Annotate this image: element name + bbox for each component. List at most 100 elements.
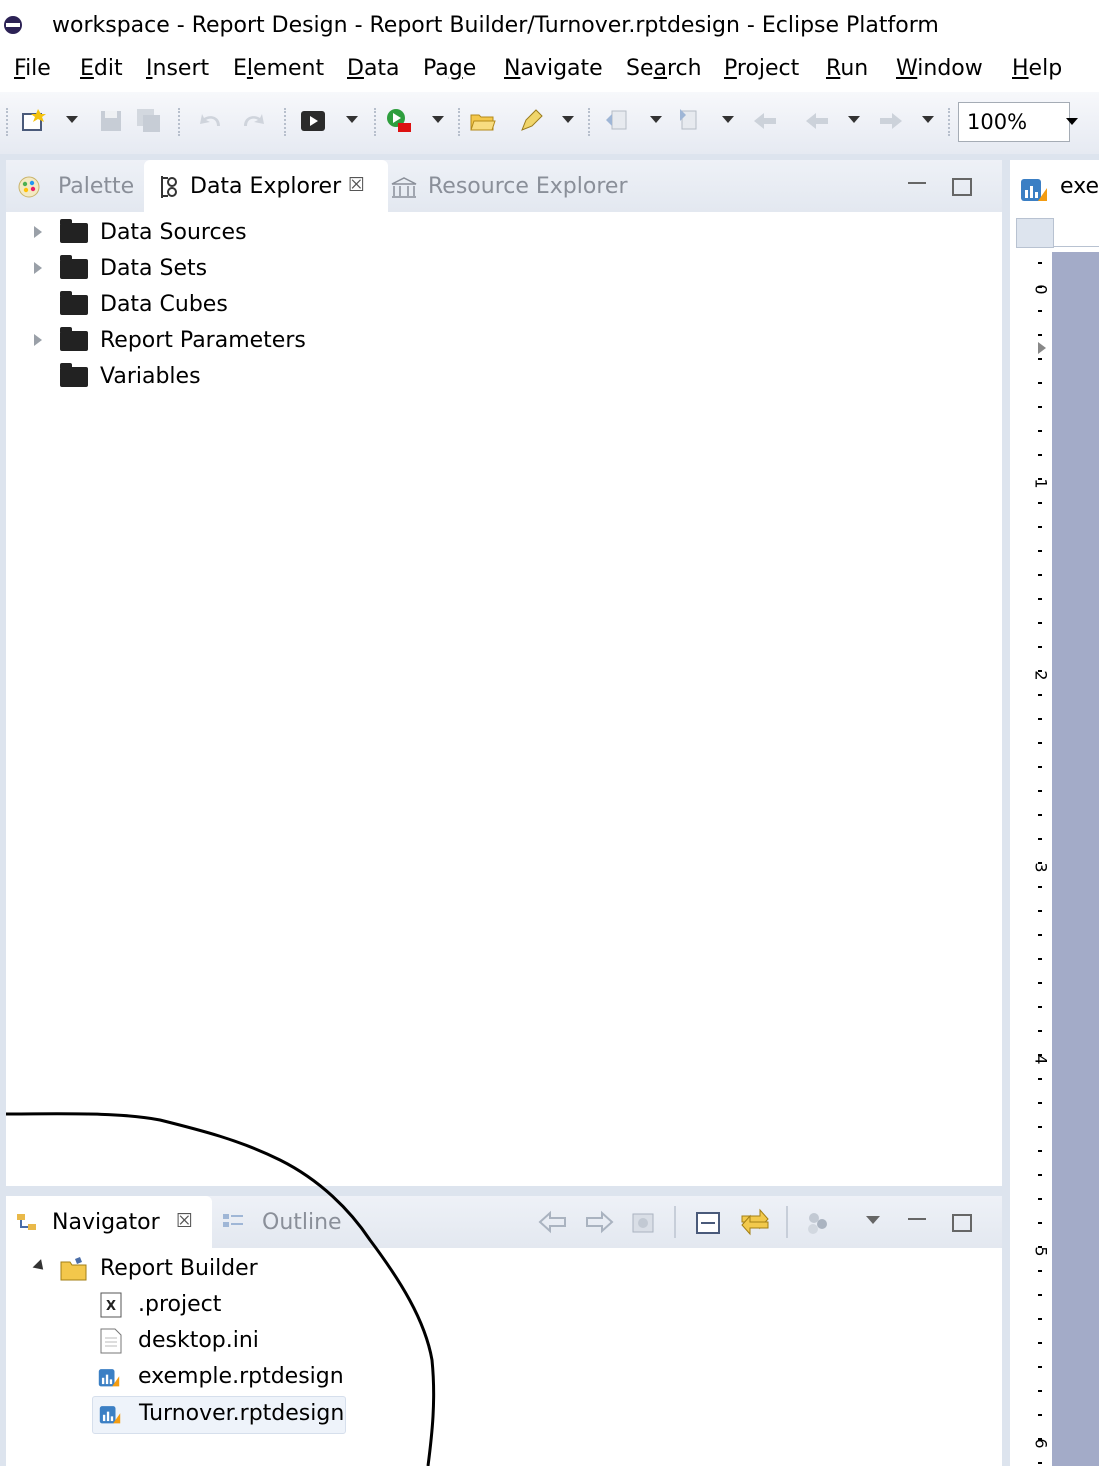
ruler-tick — [1038, 934, 1042, 936]
ruler-tick — [1038, 358, 1042, 360]
new-dropdown-arrow[interactable] — [66, 116, 78, 123]
menu-run[interactable]: Run — [826, 56, 868, 81]
new-file-icon[interactable] — [20, 108, 46, 134]
collapse-all-icon[interactable] — [694, 1210, 722, 1236]
editor-tab-label: exer — [1060, 174, 1099, 199]
forward-arrow-icon[interactable] — [878, 108, 904, 134]
menu-help[interactable]: Help — [1012, 56, 1062, 81]
forward-dropdown-arrow[interactable] — [922, 116, 934, 123]
pen-tool-icon[interactable] — [518, 108, 544, 134]
tree-item-label: Data Sets — [100, 256, 208, 281]
tree-item-data-sets[interactable]: Data Sets — [26, 252, 426, 288]
working-sets-icon[interactable] — [804, 1210, 832, 1236]
ruler-tick — [1038, 1246, 1042, 1248]
ruler-tick — [1038, 646, 1042, 648]
ruler-tick — [1038, 574, 1042, 576]
report-editor: exer 0 1 2 3 4 5 6 — [1010, 160, 1099, 1466]
tree-item-label: Report Parameters — [100, 328, 306, 353]
ruler-tick — [1038, 478, 1042, 480]
last-edit-location-icon[interactable] — [752, 108, 778, 134]
tree-item-variables[interactable]: Variables — [26, 360, 426, 396]
ruler-tick — [1038, 310, 1042, 312]
minimize-icon[interactable] — [908, 1218, 926, 1220]
preview-icon[interactable] — [300, 108, 326, 134]
ruler-tick — [1038, 454, 1042, 456]
tree-item-label: Data Cubes — [100, 292, 228, 317]
menu-project[interactable]: Project — [724, 56, 799, 81]
ruler-tick — [1038, 694, 1042, 696]
prev-annotation-dropdown[interactable] — [722, 116, 734, 123]
ruler-tick — [1038, 382, 1042, 384]
link-with-editor-icon[interactable] — [738, 1206, 772, 1238]
ruler-tick — [1038, 430, 1042, 432]
expand-arrow-icon[interactable] — [34, 262, 42, 274]
redo-icon[interactable] — [240, 108, 266, 134]
ruler-tick — [1038, 958, 1042, 960]
ruler-tick — [1038, 550, 1042, 552]
nav-home-icon[interactable] — [630, 1210, 658, 1236]
zoom-value: 100% — [967, 110, 1028, 134]
ruler-tick — [1038, 670, 1042, 672]
ruler-tick — [1038, 1438, 1042, 1440]
run-report-icon[interactable] — [386, 108, 412, 134]
next-annotation-icon[interactable] — [604, 108, 630, 134]
menu-window[interactable]: Window — [896, 56, 983, 81]
expand-arrow-icon[interactable] — [34, 334, 42, 346]
ruler-tick — [1038, 1366, 1042, 1368]
tree-item-label: Data Sources — [100, 220, 247, 245]
next-annotation-dropdown[interactable] — [650, 116, 662, 123]
menu-navigate[interactable]: Navigate — [504, 56, 603, 81]
prev-annotation-icon[interactable] — [676, 108, 702, 134]
ruler-tick — [1038, 334, 1042, 336]
save-icon[interactable] — [98, 108, 124, 134]
ruler-tick — [1038, 1030, 1042, 1032]
folder-icon — [60, 255, 88, 279]
maximize-icon[interactable] — [952, 1214, 972, 1232]
toolbar-separator — [674, 1206, 676, 1238]
menu-data[interactable]: Data — [347, 56, 400, 81]
menu-search[interactable]: Search — [626, 56, 702, 81]
zoom-combo[interactable]: 100% — [958, 102, 1070, 142]
run-dropdown-arrow[interactable] — [432, 116, 444, 123]
ruler-corner — [1016, 218, 1054, 248]
menu-insert[interactable]: Insert — [146, 56, 209, 81]
nav-forward-icon[interactable] — [584, 1210, 614, 1234]
menu-element[interactable]: Element — [233, 56, 324, 81]
menu-page[interactable]: Page — [423, 56, 476, 81]
ruler-tick — [1038, 262, 1042, 264]
back-arrow-icon[interactable] — [804, 108, 830, 134]
ruler-tick — [1038, 790, 1042, 792]
tab-resource-explorer[interactable]: Resource Explorer — [428, 174, 627, 199]
save-all-icon[interactable] — [136, 108, 162, 134]
toolbar-separator — [458, 108, 460, 136]
zoom-dropdown-arrow[interactable] — [1066, 118, 1078, 125]
expand-arrow-icon[interactable] — [34, 226, 42, 238]
pen-dropdown-arrow[interactable] — [562, 116, 574, 123]
vertical-ruler: 0 1 2 3 4 5 6 — [1016, 252, 1056, 1466]
margin-marker-icon[interactable] — [1038, 342, 1046, 354]
view-menu-icon[interactable] — [866, 1216, 880, 1224]
menu-file[interactable]: File — [14, 56, 51, 81]
preview-dropdown-arrow[interactable] — [346, 116, 358, 123]
tree-item-data-cubes[interactable]: Data Cubes — [26, 288, 426, 324]
tab-data-explorer[interactable]: Data Explorer ☒ — [144, 160, 388, 212]
nav-back-icon[interactable] — [538, 1210, 568, 1234]
tree-item-data-sources[interactable]: Data Sources — [26, 216, 426, 252]
editor-tab[interactable]: exer — [1010, 160, 1099, 212]
tree-item-label: Variables — [100, 364, 201, 389]
close-tab-icon[interactable]: ☒ — [348, 174, 365, 196]
open-folder-icon[interactable] — [470, 108, 496, 134]
maximize-icon[interactable] — [952, 178, 972, 196]
tree-item-report-parameters[interactable]: Report Parameters — [26, 324, 426, 360]
eclipse-logo-icon — [4, 16, 22, 34]
tab-palette[interactable]: Palette — [58, 174, 134, 199]
toolbar-separator — [786, 1206, 788, 1238]
ruler-tick — [1038, 1054, 1042, 1056]
undo-icon[interactable] — [198, 108, 224, 134]
ruler-tick — [1038, 718, 1042, 720]
minimize-icon[interactable] — [908, 182, 926, 184]
ruler-tick — [1038, 406, 1042, 408]
back-dropdown-arrow[interactable] — [848, 116, 860, 123]
page-canvas-area[interactable] — [1052, 252, 1099, 1466]
menu-edit[interactable]: Edit — [80, 56, 123, 81]
